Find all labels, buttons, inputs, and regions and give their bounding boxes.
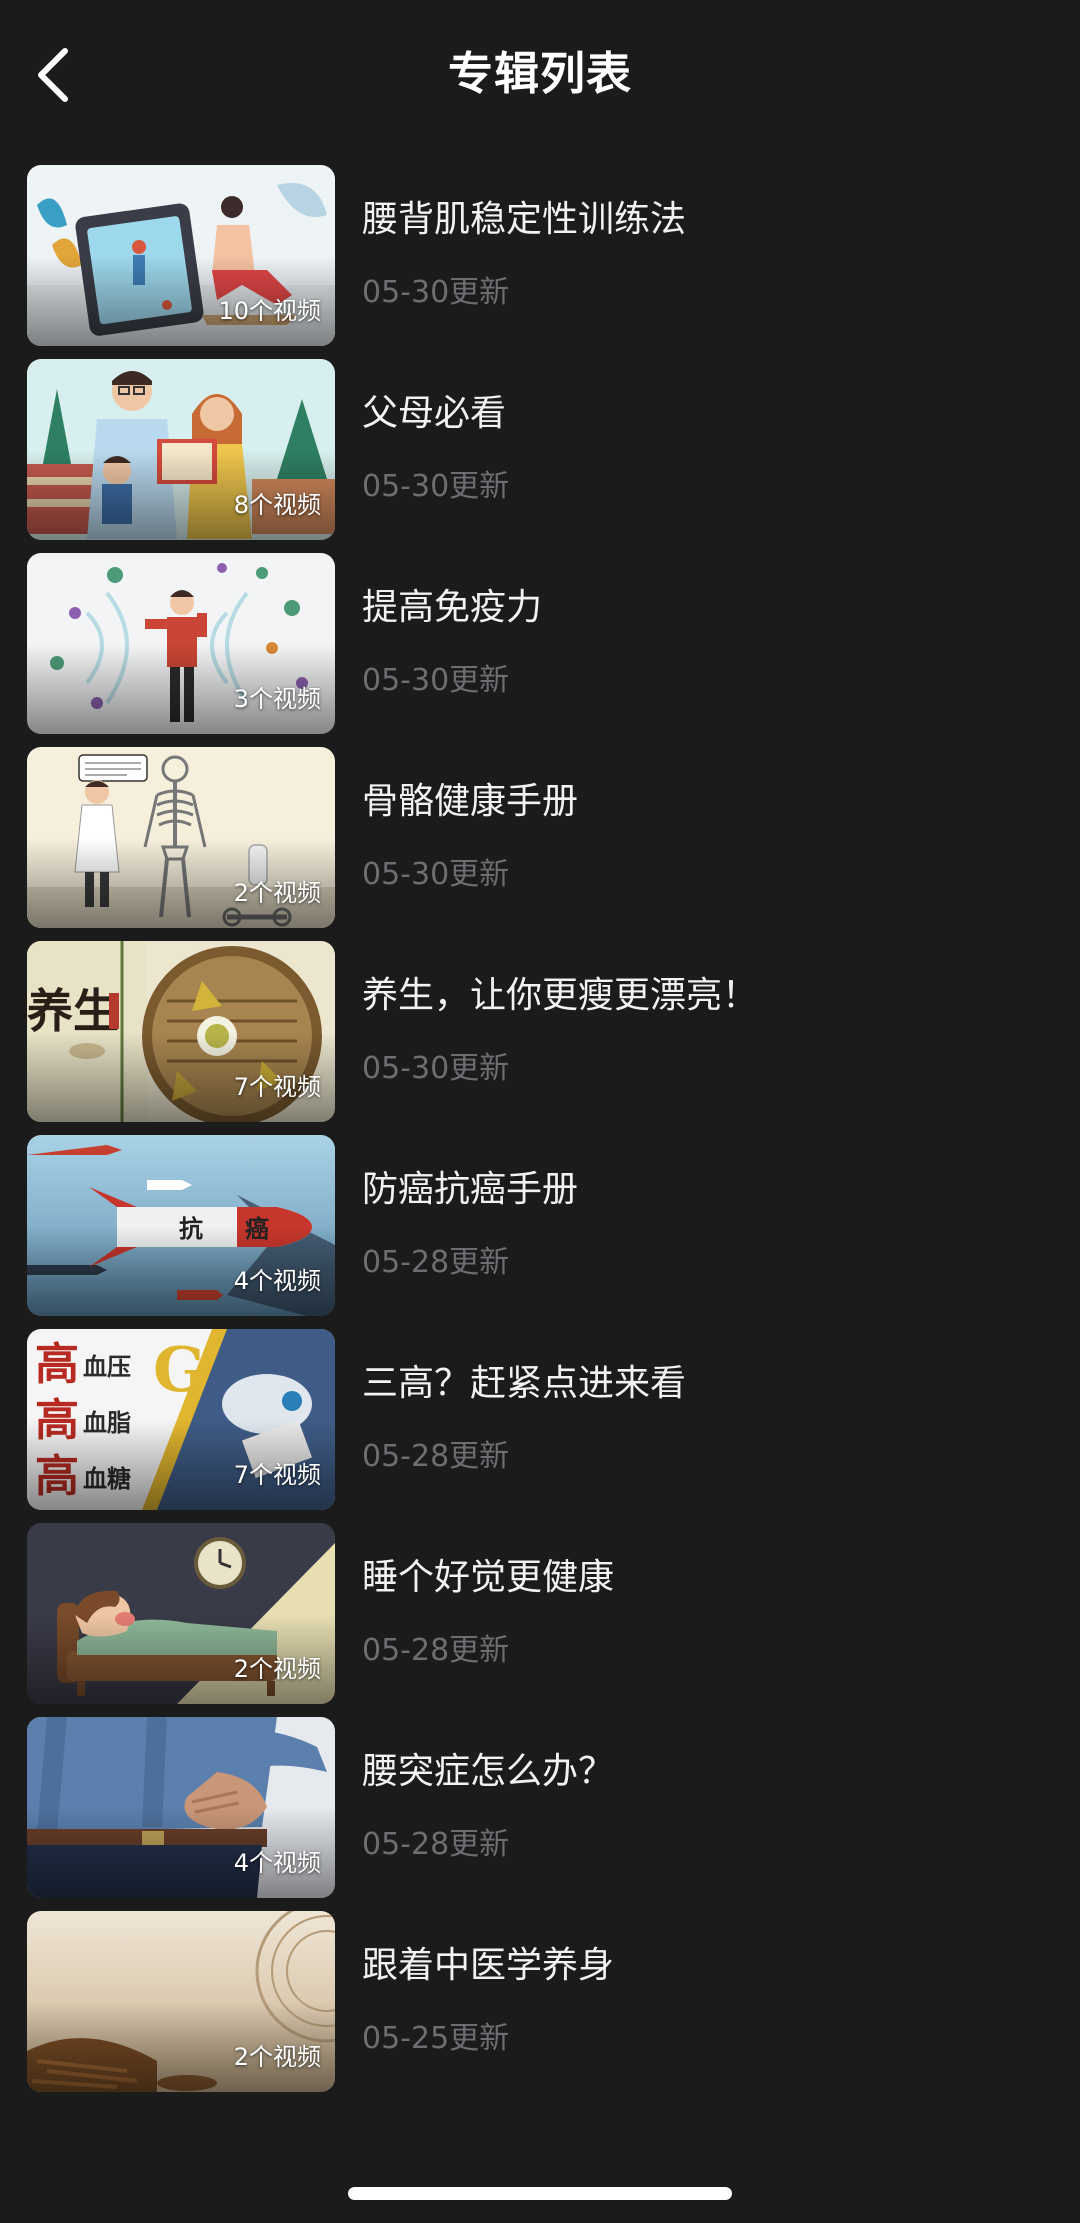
album-thumbnail: 8个视频 [27,359,335,540]
album-update-date: 05-30更新 [362,275,510,310]
video-count-label: 2个视频 [233,1655,321,1683]
video-count-label: 7个视频 [233,1461,321,1489]
album-update-date: 05-28更新 [362,1827,510,1862]
album-update-date: 05-28更新 [362,1245,510,1280]
album-item[interactable]: 8个视频 父母必看 05-30更新 [0,357,1080,551]
album-title: 提高免疫力 [362,587,543,628]
album-update-date: 05-28更新 [362,1439,510,1474]
album-title: 跟着中医学养身 [362,1945,615,1986]
album-item[interactable]: 10个视频 腰背肌稳定性训练法 05-30更新 [0,163,1080,357]
video-count-label: 10个视频 [218,297,321,325]
video-count-label: 2个视频 [233,2043,321,2071]
album-thumbnail: 高 血压 高 血脂 高 血糖 G 7个视频 [27,1329,335,1510]
album-title: 腰突症怎么办？ [362,1751,615,1792]
album-item[interactable]: 2个视频 睡个好觉更健康 05-28更新 [0,1521,1080,1715]
album-update-date: 05-30更新 [362,857,510,892]
g-letter: G [153,1333,206,1406]
album-thumbnail: 抗 癌 4个视频 [27,1135,335,1316]
album-update-date: 05-28更新 [362,1633,510,1668]
album-item[interactable]: 2个视频 跟着中医学养身 05-25更新 [0,1909,1080,2103]
album-thumbnail: 2个视频 [27,1523,335,1704]
album-title: 三高？赶紧点进来看 [362,1363,687,1404]
nav-bar: 专辑列表 [0,0,1080,150]
album-update-date: 05-30更新 [362,663,510,698]
album-item[interactable]: 抗 癌 4个视频 防癌抗癌手册 05-28更新 [0,1133,1080,1327]
page-title: 专辑列表 [447,47,632,100]
album-thumbnail: 4个视频 [27,1717,335,1898]
album-update-date: 05-30更新 [362,469,510,504]
video-count-label: 7个视频 [233,1073,321,1101]
album-item[interactable]: 4个视频 腰突症怎么办？ 05-28更新 [0,1715,1080,1909]
album-thumbnail: 10个视频 [27,165,335,346]
home-indicator[interactable] [348,2187,732,2200]
video-count-label: 4个视频 [233,1267,321,1295]
album-item[interactable]: 2个视频 骨骼健康手册 05-30更新 [0,745,1080,939]
video-count-label: 4个视频 [233,1849,321,1877]
album-title: 睡个好觉更健康 [362,1557,615,1598]
album-update-date: 05-30更新 [362,1051,510,1086]
yangsheng-text: 养生 [27,984,119,1038]
album-item[interactable]: 3个视频 提高免疫力 05-30更新 [0,551,1080,745]
gao-text-1: 高 [35,1339,79,1390]
album-title: 骨骼健康手册 [362,781,579,822]
album-thumbnail: 养生 7个视频 [27,941,335,1122]
album-thumbnail: 2个视频 [27,1911,335,2092]
album-thumbnail: 3个视频 [27,553,335,734]
album-item[interactable]: 高 血压 高 血脂 高 血糖 G 7个视频 三高？赶紧点进来看 05-28更新 [0,1327,1080,1521]
album-update-date: 05-25更新 [362,2021,510,2056]
album-title: 父母必看 [362,393,507,434]
video-count-label: 3个视频 [233,685,321,713]
album-title: 养生，让你更瘦更漂亮！ [362,975,759,1016]
xueya-text: 血压 [83,1352,131,1381]
album-list: 10个视频 腰背肌稳定性训练法 05-30更新 8个视频 父母必看 05-30更… [0,163,1080,2103]
video-count-label: 8个视频 [233,491,321,519]
album-item[interactable]: 养生 7个视频 养生，让你更瘦更漂亮！ 05-30更新 [0,939,1080,1133]
video-count-label: 2个视频 [233,879,321,907]
album-title: 腰背肌稳定性训练法 [362,199,687,240]
album-title: 防癌抗癌手册 [362,1169,579,1210]
album-thumbnail: 2个视频 [27,747,335,928]
